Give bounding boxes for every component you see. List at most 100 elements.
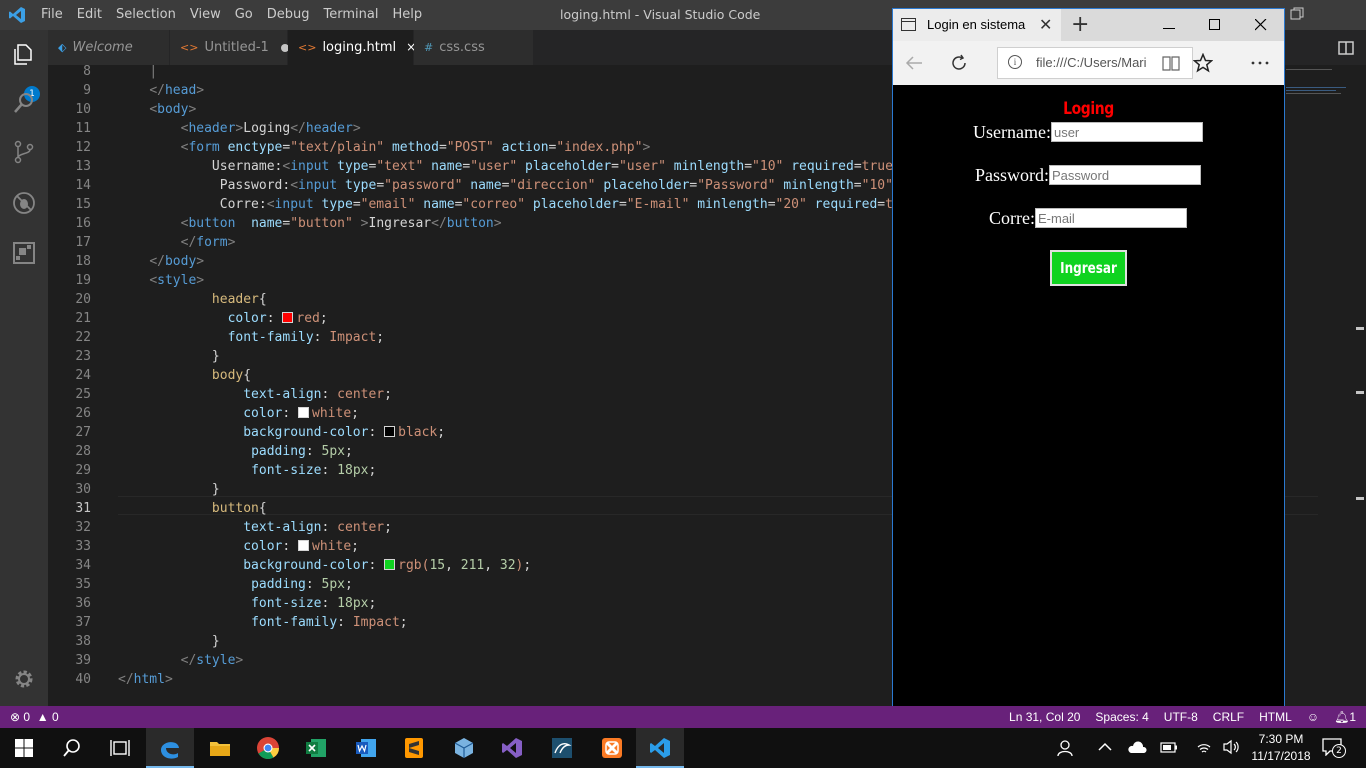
- error-icon: ⊗: [10, 710, 21, 724]
- code-text: <style>: [149, 273, 205, 288]
- line-number: 16: [75, 216, 91, 231]
- code-text: font-size: 18px;: [251, 596, 377, 611]
- color-swatch[interactable]: [384, 426, 396, 437]
- line-number: 8: [83, 64, 91, 79]
- search-icon[interactable]: [12, 91, 36, 115]
- line-endings[interactable]: CRLF: [1213, 706, 1244, 728]
- extensions-icon[interactable]: [12, 241, 36, 265]
- line-number: 15: [75, 197, 91, 212]
- menu-file[interactable]: File: [34, 0, 70, 30]
- info-icon[interactable]: i: [1008, 55, 1022, 69]
- menu-edit[interactable]: Edit: [70, 0, 109, 30]
- reading-view-icon[interactable]: [1162, 54, 1180, 72]
- edge-icon[interactable]: [146, 728, 194, 768]
- task-view-icon[interactable]: [96, 728, 144, 768]
- favorite-star-icon[interactable]: [1193, 53, 1213, 73]
- volume-icon[interactable]: [1222, 739, 1240, 755]
- system-clock[interactable]: 7:30 PM 11/17/2018: [1248, 731, 1314, 765]
- password-row: Password:: [975, 164, 1202, 186]
- line-number: 35: [75, 577, 91, 592]
- minimize-button[interactable]: [1146, 9, 1192, 41]
- split-editor-icon[interactable]: [1338, 40, 1354, 56]
- menu-selection[interactable]: Selection: [109, 0, 183, 30]
- menu-go[interactable]: Go: [228, 0, 260, 30]
- feedback-smiley-icon[interactable]: ☺: [1307, 706, 1319, 728]
- new-tab-button[interactable]: +: [1071, 11, 1089, 39]
- tab-welcome[interactable]: ⬖ Welcome: [48, 30, 170, 65]
- close-window-button[interactable]: [1238, 9, 1284, 41]
- chevron-up-icon[interactable]: [1098, 742, 1112, 752]
- word-icon[interactable]: [342, 728, 390, 768]
- vscode-icon[interactable]: [636, 728, 684, 768]
- clock-date: 11/17/2018: [1251, 749, 1311, 763]
- source-control-icon[interactable]: [12, 140, 36, 164]
- search-icon[interactable]: [48, 728, 96, 768]
- people-icon[interactable]: [1056, 739, 1074, 757]
- cursor-position[interactable]: Ln 31, Col 20: [1009, 706, 1080, 728]
- explorer-icon[interactable]: [12, 42, 36, 66]
- line-number: 40: [75, 672, 91, 687]
- virtualbox-icon[interactable]: [440, 728, 488, 768]
- encoding[interactable]: UTF-8: [1164, 706, 1198, 728]
- line-number: 23: [75, 349, 91, 364]
- onedrive-cloud-icon[interactable]: [1127, 740, 1147, 754]
- line-number: 32: [75, 520, 91, 535]
- debug-icon[interactable]: [12, 191, 36, 215]
- line-number: 33: [75, 539, 91, 554]
- menu-bar: File Edit Selection View Go Debug Termin…: [34, 0, 429, 30]
- restore-icon[interactable]: [1290, 7, 1304, 21]
- wifi-icon[interactable]: [1196, 739, 1212, 755]
- tab-label: css.css: [439, 40, 485, 55]
- indentation[interactable]: Spaces: 4: [1095, 706, 1148, 728]
- chrome-icon[interactable]: [244, 728, 292, 768]
- visual-studio-icon[interactable]: [488, 728, 536, 768]
- line-number: 10: [75, 102, 91, 117]
- color-swatch[interactable]: [282, 312, 294, 323]
- tab-css-css[interactable]: # css.css: [414, 30, 534, 65]
- status-bar: ⊗ 0 ▲ 0 Ln 31, Col 20 Spaces: 4 UTF-8 CR…: [0, 706, 1366, 728]
- menu-help[interactable]: Help: [385, 0, 429, 30]
- file-explorer-icon[interactable]: [196, 728, 244, 768]
- html-icon: <>: [180, 41, 199, 54]
- back-icon[interactable]: [905, 55, 923, 71]
- notifications-bell[interactable]: 🔔︎1: [1334, 706, 1356, 728]
- color-swatch[interactable]: [298, 407, 310, 418]
- line-number: 21: [75, 311, 91, 326]
- windows-start-icon[interactable]: [0, 728, 48, 768]
- color-swatch[interactable]: [298, 540, 310, 551]
- menu-terminal[interactable]: Terminal: [317, 0, 386, 30]
- code-text: <header>Loging</header>: [180, 121, 361, 136]
- line-number: 19: [75, 273, 91, 288]
- sublime-icon[interactable]: [390, 728, 438, 768]
- more-icon[interactable]: [1251, 61, 1269, 65]
- action-center-button[interactable]: 2: [1322, 736, 1346, 760]
- maximize-button[interactable]: [1192, 9, 1238, 41]
- tab-loging-html[interactable]: <> loging.html ×: [288, 30, 416, 65]
- ingresar-button[interactable]: Ingresar: [1050, 250, 1127, 286]
- menu-debug[interactable]: Debug: [260, 0, 317, 30]
- line-number: 28: [75, 444, 91, 459]
- excel-icon[interactable]: [292, 728, 340, 768]
- problems-indicator[interactable]: ⊗ 0 ▲ 0: [10, 706, 59, 728]
- close-tab-icon[interactable]: ✕: [1039, 9, 1052, 41]
- code-text: </head>: [149, 83, 205, 98]
- tab-untitled-1[interactable]: <> Untitled-1: [170, 30, 289, 65]
- line-number: 24: [75, 368, 91, 383]
- browser-tab[interactable]: Login en sistema ✕: [893, 9, 1061, 41]
- address-bar[interactable]: i file:///C:/Users/Mari: [997, 47, 1193, 79]
- password-label: Password:: [975, 164, 1050, 185]
- settings-gear-icon[interactable]: [12, 667, 36, 691]
- color-swatch[interactable]: [384, 559, 396, 570]
- menu-view[interactable]: View: [183, 0, 228, 30]
- language-mode[interactable]: HTML: [1259, 706, 1292, 728]
- battery-icon[interactable]: [1160, 740, 1178, 754]
- email-input[interactable]: [1034, 208, 1187, 228]
- refresh-icon[interactable]: [950, 54, 968, 72]
- username-input[interactable]: [1050, 122, 1203, 142]
- xampp-icon[interactable]: [588, 728, 636, 768]
- scrollbar-marker: [1356, 391, 1364, 394]
- code-text: text-align: center;: [243, 387, 392, 402]
- mysql-workbench-icon[interactable]: [538, 728, 586, 768]
- line-number: 36: [75, 596, 91, 611]
- password-input[interactable]: [1049, 165, 1202, 185]
